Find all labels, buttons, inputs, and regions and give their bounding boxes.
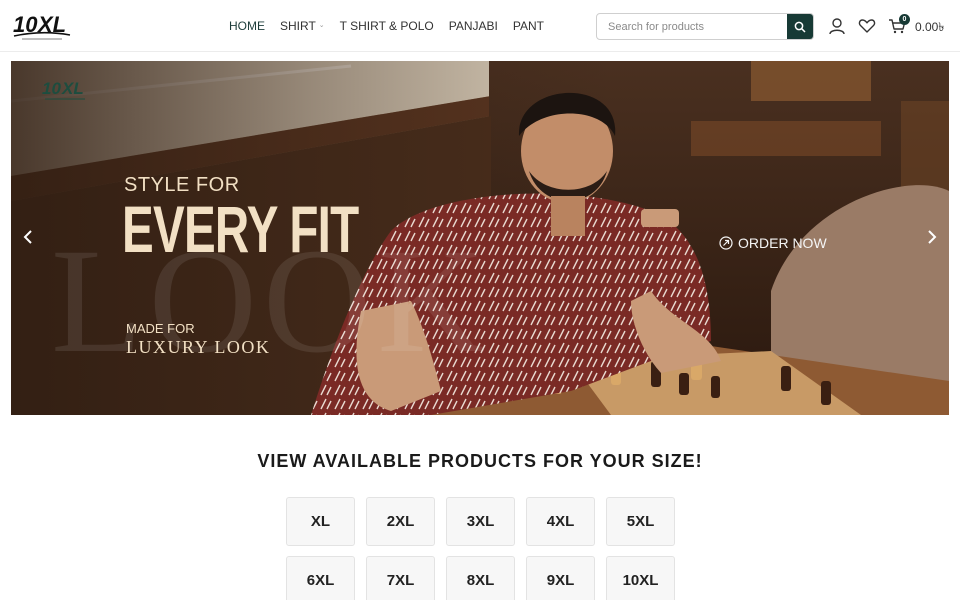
brand-logo[interactable]: 10 XL	[12, 8, 72, 42]
size-grid: XL 2XL 3XL 4XL 5XL 6XL 7XL 8XL 9XL 10XL	[286, 497, 676, 600]
order-now-label: ORDER NOW	[738, 235, 827, 251]
nav-label: PANJABI	[448, 19, 498, 33]
search-button[interactable]	[787, 14, 813, 39]
nav-label: HOME	[229, 19, 265, 33]
order-now-button[interactable]: ORDER NOW	[719, 235, 827, 251]
nav-item-home[interactable]: HOME	[229, 19, 265, 33]
nav-label: PANT	[512, 19, 544, 33]
size-section-heading: VIEW AVAILABLE PRODUCTS FOR YOUR SIZE!	[257, 451, 703, 471]
logo-mark: 10 XL	[13, 12, 71, 40]
cart-count-badge: 0	[899, 14, 910, 25]
banner-subheadline: LUXURY LOOK	[126, 337, 271, 357]
nav-item-tshirt-polo[interactable]: T SHIRT & POLO	[340, 19, 434, 33]
site-header: 10 XL HOME SHIRT ⌄ T SHIRT & POLO PANJABI…	[0, 0, 960, 52]
size-button-5xl[interactable]: 5XL	[606, 497, 675, 546]
svg-text:XL: XL	[61, 79, 84, 98]
hero-banner[interactable]: 10 XL LOOK STYLE FOR EVERY FIT MADE FOR …	[11, 61, 949, 415]
banner-sub-kicker: MADE FOR	[126, 321, 195, 336]
nav-label: T SHIRT & POLO	[339, 19, 434, 33]
nav-item-panjabi[interactable]: PANJABI	[449, 19, 498, 33]
nav-label: SHIRT	[280, 19, 316, 33]
search-icon	[794, 21, 806, 33]
size-button-2xl[interactable]: 2XL	[366, 497, 435, 546]
chevron-left-icon[interactable]	[18, 227, 38, 249]
banner-headline: EVERY FIT	[122, 192, 359, 266]
cart-total[interactable]: 0.00৳	[915, 19, 944, 39]
main-nav: HOME SHIRT ⌄ T SHIRT & POLO PANJABI PANT	[229, 19, 559, 33]
search-input[interactable]	[597, 14, 789, 39]
user-icon[interactable]	[828, 17, 846, 35]
size-button-4xl[interactable]: 4XL	[526, 497, 595, 546]
nav-item-pant[interactable]: PANT	[513, 19, 544, 33]
size-button-10xl[interactable]: 10XL	[606, 556, 675, 600]
heart-icon[interactable]	[858, 17, 876, 35]
nav-item-shirt[interactable]: SHIRT ⌄	[280, 19, 325, 33]
chevron-down-icon: ⌄	[318, 22, 325, 29]
banner-logo: 10 XL	[42, 79, 85, 100]
svg-text:10: 10	[42, 79, 61, 98]
size-button-xl[interactable]: XL	[286, 497, 355, 546]
size-button-3xl[interactable]: 3XL	[446, 497, 515, 546]
size-button-7xl[interactable]: 7XL	[366, 556, 435, 600]
search-bar	[596, 13, 814, 40]
arrow-circle-icon	[719, 236, 733, 250]
size-button-8xl[interactable]: 8XL	[446, 556, 515, 600]
size-button-6xl[interactable]: 6XL	[286, 556, 355, 600]
chevron-right-icon[interactable]	[922, 227, 942, 249]
size-button-9xl[interactable]: 9XL	[526, 556, 595, 600]
